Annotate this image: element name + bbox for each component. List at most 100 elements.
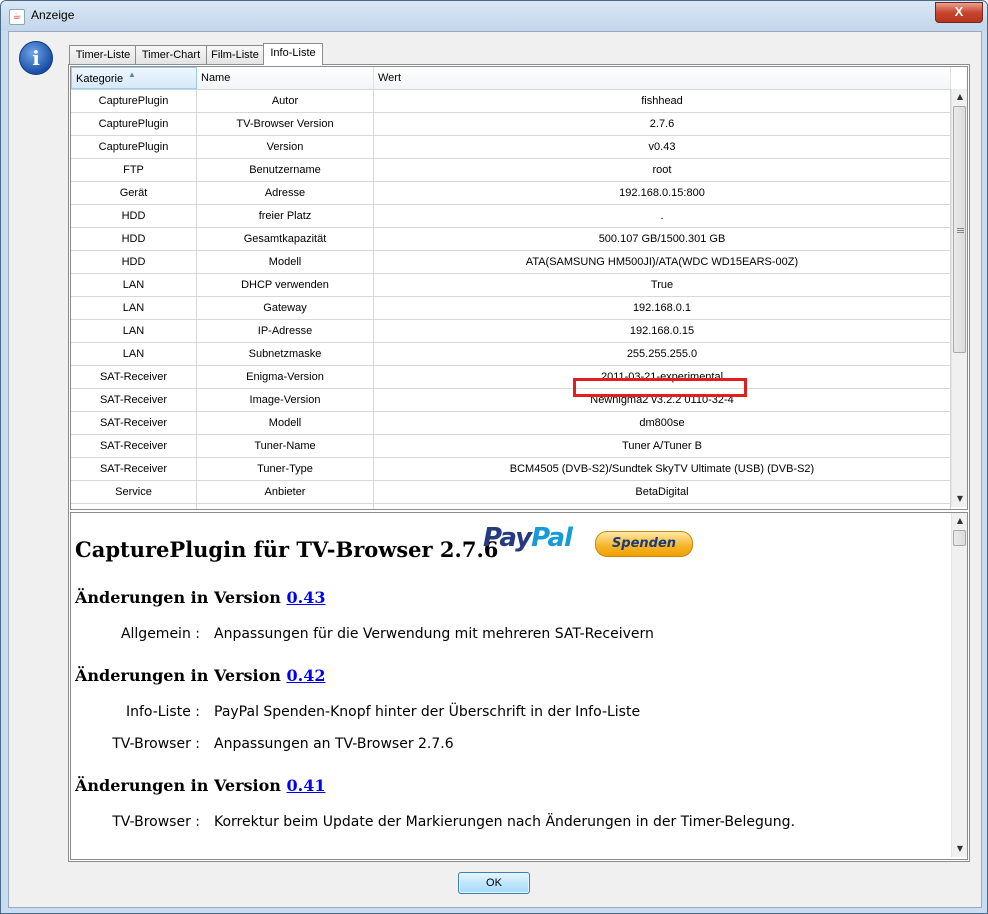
version-heading: Änderungen in Version 0.42	[75, 666, 325, 685]
dialog-client-area: i Timer-Liste Timer-Chart Film-Liste Inf…	[8, 31, 982, 908]
scroll-up-arrow-icon[interactable]: ▲	[952, 513, 967, 529]
version-heading: Änderungen in Version 0.41	[75, 776, 325, 795]
table-vertical-scrollbar[interactable]: ▲ ▼	[951, 89, 967, 507]
cell-kategorie: LAN	[71, 320, 197, 342]
table-row[interactable]: FTP Benutzername root	[71, 159, 951, 182]
column-header-wert[interactable]: Wert	[374, 67, 951, 89]
thumb-grip	[957, 232, 964, 233]
cell-wert: Newnigma2 v3.2.2 0110-32-4	[374, 389, 951, 411]
table-row[interactable]: SAT-Receiver Tuner-Type BCM4505 (DVB-S2)/S…	[71, 458, 951, 481]
column-header-kategorie[interactable]: Kategorie ▲	[71, 67, 197, 89]
cell-wert: Tuner A/Tuner B	[374, 435, 951, 457]
cell-kategorie: CapturePlugin	[71, 113, 197, 135]
cell-wert: True	[374, 274, 951, 296]
version-link-0-41[interactable]: 0.41	[286, 776, 325, 795]
thumb-grip	[957, 230, 964, 231]
cell-kategorie: SAT-Receiver	[71, 366, 197, 388]
tab-timer-liste[interactable]: Timer-Liste	[69, 45, 137, 64]
cell-name: Modell	[197, 412, 374, 434]
version-heading-text: Änderungen in Version	[75, 588, 281, 607]
column-header-label: Kategorie	[76, 73, 124, 85]
cell-wert: ATA(SAMSUNG HM500JI)/ATA(WDC WD15EARS-00…	[374, 251, 951, 273]
cell-wert: .	[374, 205, 951, 227]
version-link-0-42[interactable]: 0.42	[286, 666, 325, 685]
cell-name: Modell	[197, 251, 374, 273]
table-row[interactable]: Gerät Adresse 192.168.0.15:800	[71, 182, 951, 205]
cell-kategorie: Service	[71, 504, 197, 509]
sort-ascending-icon: ▲	[128, 70, 136, 79]
table-row[interactable]: HDD freier Platz.	[71, 205, 951, 228]
info-liste-panel: Kategorie ▲ Name Wert CapturePlugin Autor…	[68, 64, 970, 862]
cell-kategorie: SAT-Receiver	[71, 389, 197, 411]
cell-kategorie: FTP	[71, 159, 197, 181]
table-body: CapturePlugin Autor fishhead CapturePlugin T…	[71, 90, 951, 509]
scrollbar-thumb[interactable]	[953, 106, 966, 353]
version-heading-text: Änderungen in Version	[75, 776, 281, 795]
table-row[interactable]: SAT-Receiver Image-Version Newnigma2 v3.2.…	[71, 389, 951, 412]
page-title: CapturePlugin für TV-Browser 2.7.6	[75, 537, 499, 562]
scrollbar-thumb[interactable]	[953, 530, 966, 546]
table-row[interactable]: ServiceSenderDMAX	[71, 504, 951, 509]
cell-wert: DMAX	[374, 504, 951, 509]
tab-timer-chart[interactable]: Timer-Chart	[135, 45, 207, 64]
changelog-html-view: CapturePlugin für TV-Browser 2.7.6 PayPa…	[70, 512, 968, 860]
title-bar[interactable]: ☕ Anzeige X	[1, 1, 987, 31]
entry-description: PayPal Spenden-Knopf hinter der Überschr…	[214, 704, 641, 720]
table-row[interactable]: LAN Gateway 192.168.0.1	[71, 297, 951, 320]
cell-wert: dm800se	[374, 412, 951, 434]
table-row[interactable]: CapturePlugin Version v0.43	[71, 136, 951, 159]
cell-kategorie: HDD	[71, 251, 197, 273]
close-button[interactable]: X	[935, 2, 983, 23]
entry-description: Anpassungen an TV-Browser 2.7.6	[214, 736, 454, 752]
table-row[interactable]: LAN DHCP verwenden True	[71, 274, 951, 297]
window-title: Anzeige	[31, 8, 75, 22]
info-table: Kategorie ▲ Name Wert CapturePlugin Autor…	[70, 66, 968, 510]
info-icon: i	[19, 41, 53, 75]
ok-button[interactable]: OK	[458, 872, 530, 894]
cell-name: Autor	[197, 90, 374, 112]
table-row[interactable]: SAT-Receiver Modell dm800se	[71, 412, 951, 435]
tab-film-liste[interactable]: Film-Liste	[206, 45, 264, 64]
cell-name: Version	[197, 136, 374, 158]
version-heading: Änderungen in Version 0.43	[75, 588, 325, 607]
table-row[interactable]: SAT-Receiver Tuner-Name Tuner A/Tuner B	[71, 435, 951, 458]
cell-name: Subnetzmaske	[197, 343, 374, 365]
scroll-down-arrow-icon[interactable]: ▼	[952, 491, 967, 507]
tab-info-liste[interactable]: Info-Liste	[263, 43, 323, 65]
cell-wert: fishhead	[374, 90, 951, 112]
cell-wert: BetaDigital	[374, 481, 951, 503]
table-row[interactable]: SAT-Receiver Enigma-Version 2011-03-21-exp…	[71, 366, 951, 389]
paypal-logo: PayPal	[483, 523, 573, 553]
scroll-up-arrow-icon[interactable]: ▲	[952, 89, 967, 105]
changelog-vertical-scrollbar[interactable]: ▲ ▼	[951, 513, 967, 857]
donate-button[interactable]: Spenden	[595, 531, 693, 557]
cell-name: Image-Version	[197, 389, 374, 411]
cell-wert: 2011-03-21-experimental	[374, 366, 951, 388]
cell-wert: BCM4505 (DVB-S2)/Sundtek SkyTV Ultimate …	[374, 458, 951, 480]
cell-kategorie: LAN	[71, 297, 197, 319]
cell-name: freier Platz	[197, 205, 374, 227]
cell-name: Benutzername	[197, 159, 374, 181]
table-row[interactable]: Service Anbieter BetaDigital	[71, 481, 951, 504]
cell-name: TV-Browser Version	[197, 113, 374, 135]
cell-name: Enigma-Version	[197, 366, 374, 388]
table-row[interactable]: HDD Modell ATA(SAMSUNG HM500JI)/ATA(WDC WD…	[71, 251, 951, 274]
cell-name: IP-Adresse	[197, 320, 374, 342]
column-header-name[interactable]: Name	[197, 67, 374, 89]
entry-description: Anpassungen für die Verwendung mit mehre…	[214, 626, 654, 642]
table-row[interactable]: CapturePlugin Autor fishhead	[71, 90, 951, 113]
table-row[interactable]: LAN Subnetzmaske 255.255.255.0	[71, 343, 951, 366]
table-row[interactable]: LAN IP-Adresse 192.168.0.15	[71, 320, 951, 343]
cell-name: Anbieter	[197, 481, 374, 503]
table-row[interactable]: CapturePlugin TV-Browser Version 2.7.6	[71, 113, 951, 136]
table-header: Kategorie ▲ Name Wert	[71, 67, 951, 90]
table-row[interactable]: HDD Gesamtkapazität 500.107 GB/1500.301 GB	[71, 228, 951, 251]
entry-category: TV-Browser :	[112, 736, 200, 752]
entry-category: Info-Liste :	[125, 704, 200, 720]
cell-name: Gesamtkapazität	[197, 228, 374, 250]
cell-kategorie: LAN	[71, 343, 197, 365]
cell-kategorie: Service	[71, 481, 197, 503]
version-link-0-43[interactable]: 0.43	[286, 588, 325, 607]
scroll-down-arrow-icon[interactable]: ▼	[952, 841, 967, 857]
cell-kategorie: SAT-Receiver	[71, 458, 197, 480]
